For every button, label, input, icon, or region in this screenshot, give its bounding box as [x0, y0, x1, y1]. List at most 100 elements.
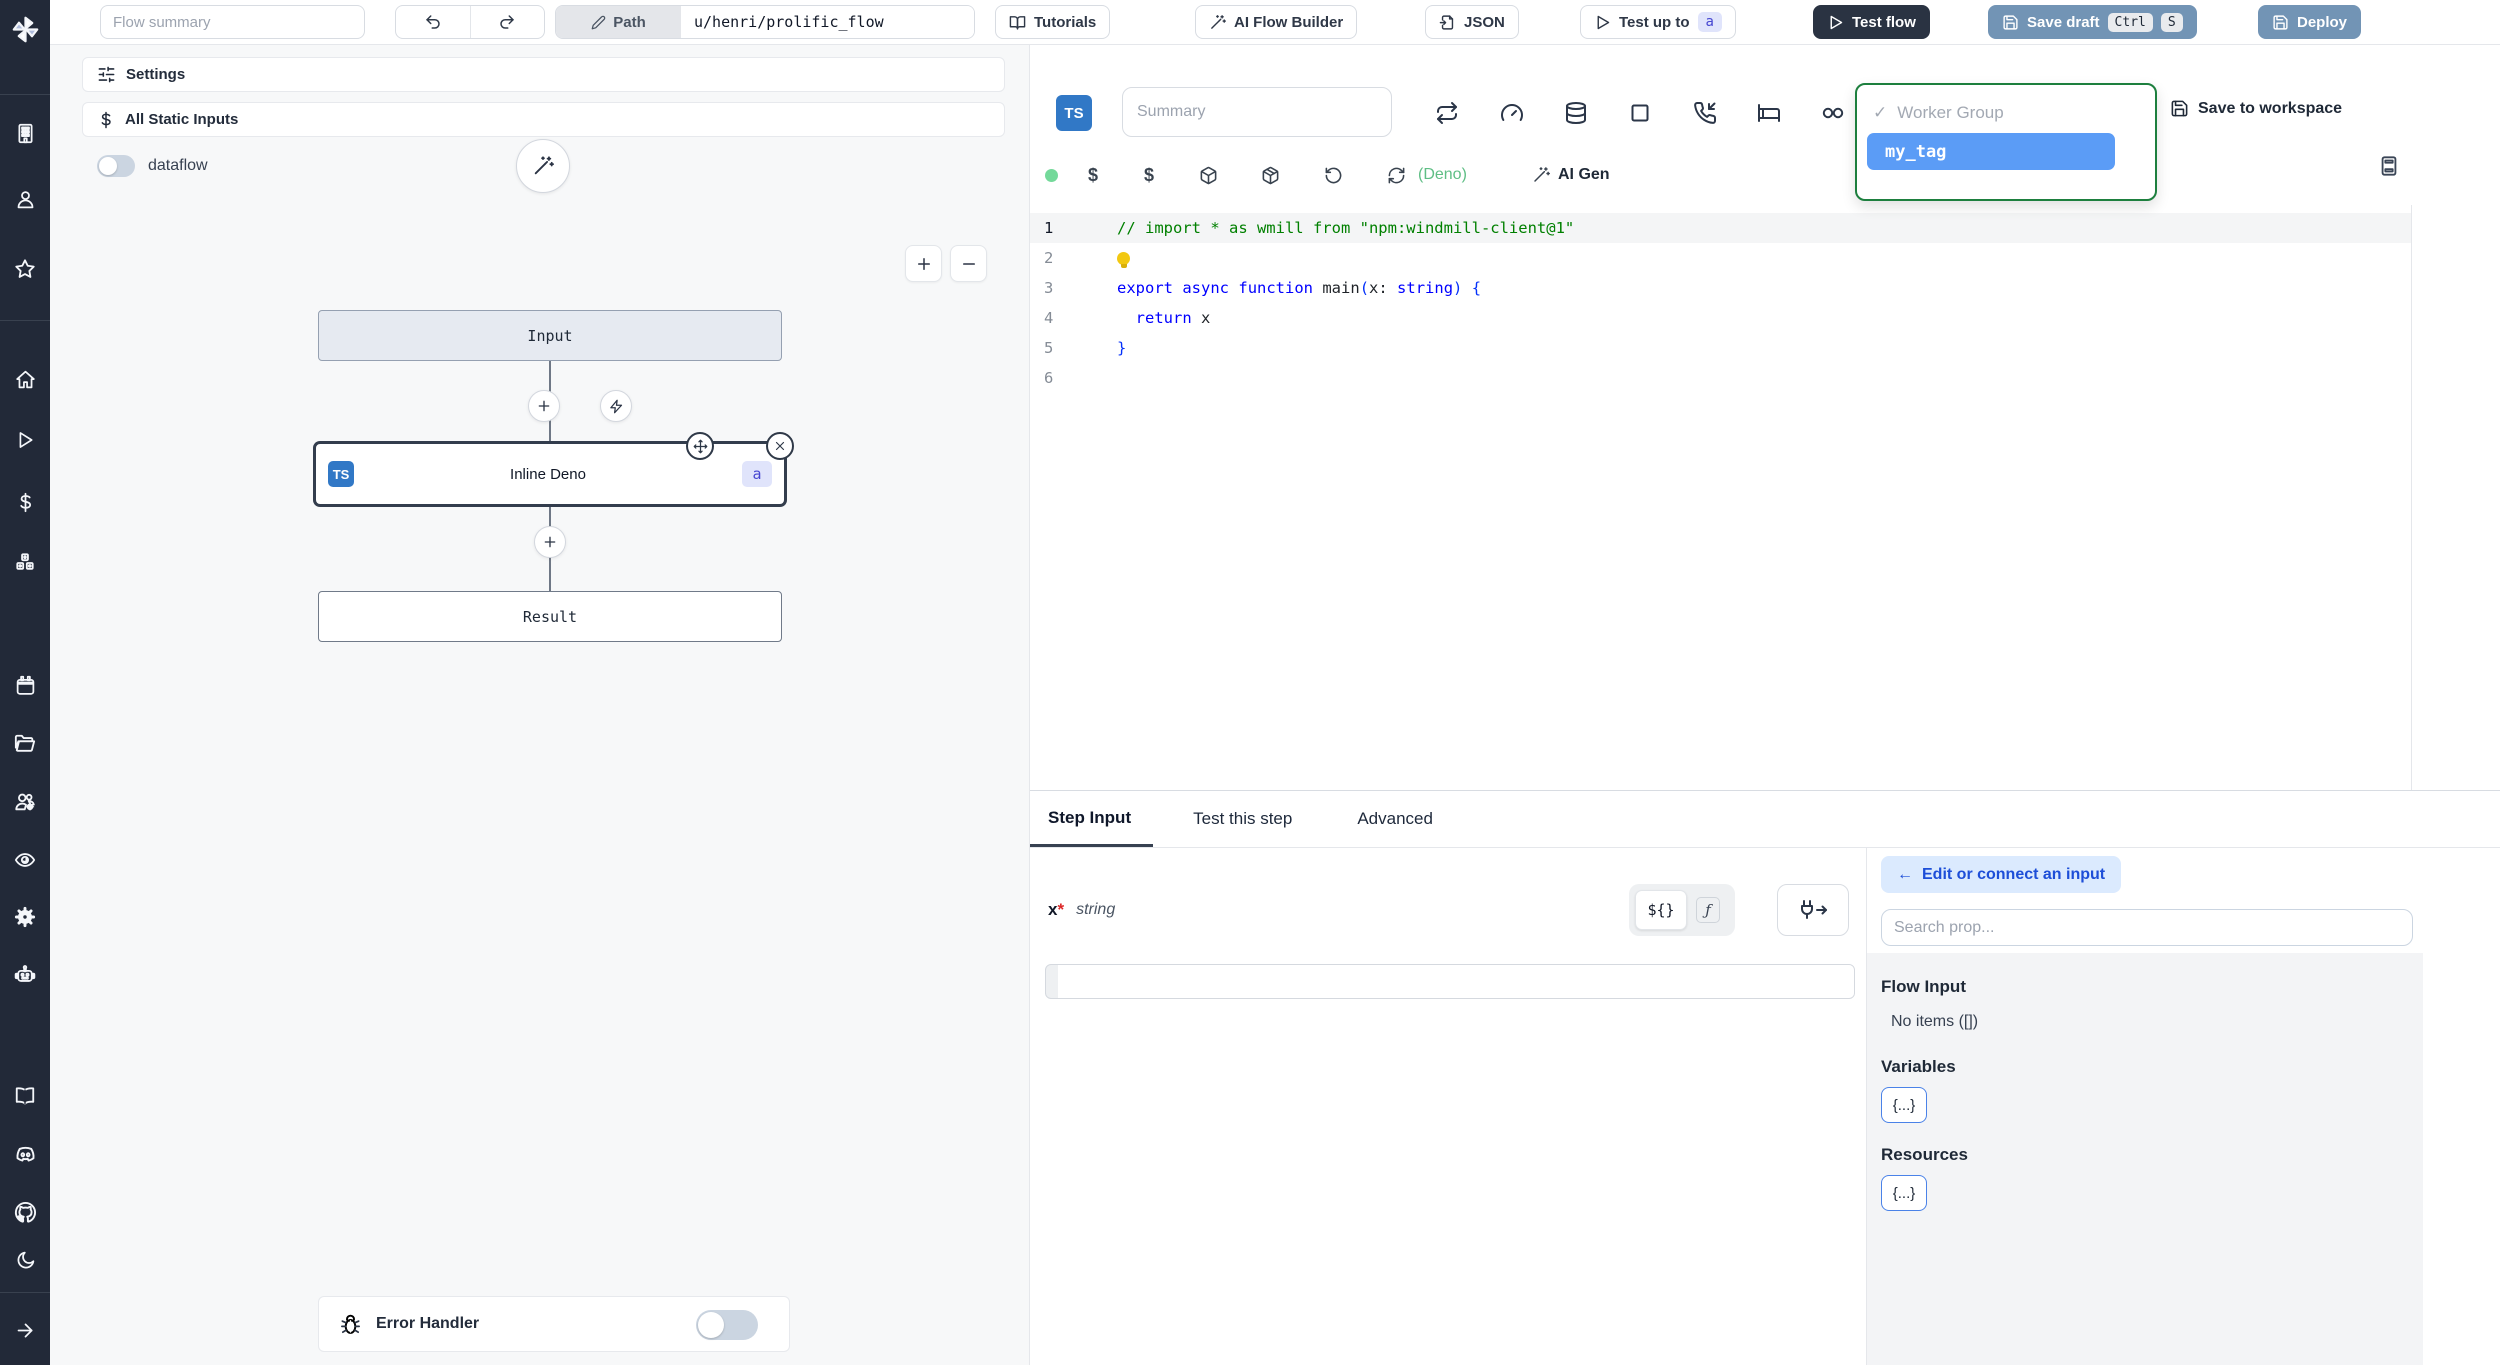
sleep-bed-icon[interactable]	[1757, 101, 1781, 125]
user-icon[interactable]	[0, 182, 50, 216]
insert-step-button[interactable]	[528, 390, 560, 422]
result-node[interactable]: Result	[318, 591, 782, 642]
ai-gen-label[interactable]: AI Gen	[1558, 166, 1610, 184]
arrow-right-icon[interactable]	[0, 1313, 50, 1347]
windmill-logo-icon[interactable]	[0, 12, 50, 46]
file-export-icon	[1439, 14, 1454, 30]
package-icon[interactable]	[1199, 166, 1218, 185]
tutorials-label: Tutorials	[1034, 13, 1097, 31]
search-prop-input[interactable]	[1881, 909, 2413, 946]
variables-object-badge[interactable]: {...}	[1881, 1087, 1927, 1123]
all-static-inputs-button[interactable]: All Static Inputs	[82, 102, 1005, 137]
json-button[interactable]: JSON	[1425, 5, 1519, 39]
error-handler-card[interactable]: Error Handler	[318, 1296, 790, 1352]
kbd-ctrl: Ctrl	[2107, 12, 2153, 32]
input-mode-toggle: ${} ƒ	[1629, 884, 1735, 936]
zoom-out-button[interactable]	[950, 245, 987, 282]
variable-dollar-icon[interactable]: $	[1088, 165, 1098, 186]
worker-group-option[interactable]: ✓ Worker Group	[1857, 97, 2155, 129]
star-icon[interactable]	[0, 252, 50, 286]
building-icon[interactable]	[0, 116, 50, 150]
error-handler-toggle[interactable]	[696, 1310, 758, 1340]
reset-icon[interactable]	[1324, 166, 1343, 185]
code-editor[interactable]: 1// import * as wmill from "npm:windmill…	[1030, 205, 2412, 790]
package-icon[interactable]	[1261, 166, 1280, 185]
delete-step-button[interactable]	[766, 432, 794, 460]
flow-summary-input[interactable]	[100, 5, 365, 39]
users-cog-icon[interactable]	[0, 785, 50, 819]
ai-wand-button[interactable]	[516, 139, 570, 193]
step-node-inline-deno[interactable]: TS Inline Deno a	[315, 443, 785, 505]
tab-test-this-step[interactable]: Test this step	[1173, 791, 1312, 847]
path-edit-button[interactable]: Path	[556, 6, 681, 38]
play-icon[interactable]	[0, 423, 50, 457]
settings-button[interactable]: Settings	[82, 57, 1005, 92]
fn-mode-button[interactable]: ƒ	[1696, 897, 1720, 923]
eye-icon[interactable]	[0, 843, 50, 877]
expr-mode-button[interactable]: ${}	[1635, 890, 1687, 930]
zoom-in-button[interactable]	[905, 245, 942, 282]
flow-input-empty: No items ([])	[1891, 1013, 1979, 1030]
suspend-phone-icon[interactable]	[1693, 101, 1717, 125]
trigger-button[interactable]	[600, 390, 632, 422]
input-node[interactable]: Input	[318, 310, 782, 361]
flow-input-title: Flow Input	[1881, 977, 1966, 996]
status-dot-icon	[1045, 168, 1058, 182]
folder-open-icon[interactable]	[0, 727, 50, 761]
move-step-button[interactable]	[686, 432, 714, 460]
sidebar	[0, 0, 50, 1365]
code-lines: 1// import * as wmill from "npm:windmill…	[1030, 213, 2411, 393]
variables-title: Variables	[1881, 1057, 1956, 1076]
undo-button[interactable]	[396, 6, 471, 38]
robot-icon[interactable]	[0, 958, 50, 992]
topbar: Path u/henri/prolific_flow Tutorials AI …	[50, 0, 2500, 45]
save-draft-button[interactable]: Save draft Ctrl S	[1988, 5, 2197, 39]
save-icon	[2003, 14, 2018, 30]
insert-step-button[interactable]	[534, 526, 566, 558]
play-icon	[1597, 15, 1610, 29]
worker-tag-option-selected[interactable]: my_tag	[1867, 133, 2115, 170]
dollar-icon[interactable]	[0, 485, 50, 519]
boxes-icon[interactable]	[0, 546, 50, 580]
typescript-badge: TS	[1056, 95, 1092, 131]
redo-button[interactable]	[471, 6, 545, 38]
ai-flow-builder-button[interactable]: AI Flow Builder	[1195, 5, 1358, 39]
book-open-icon	[1009, 15, 1026, 30]
field-label-row: x * string	[1048, 884, 1115, 936]
moon-icon[interactable]	[0, 1243, 50, 1277]
retry-icon[interactable]	[1435, 101, 1459, 125]
resources-object-badge[interactable]: {...}	[1881, 1175, 1927, 1211]
test-up-to-button[interactable]: Test up to a	[1580, 5, 1736, 39]
connect-input-button[interactable]	[1777, 884, 1849, 936]
tab-advanced[interactable]: Advanced	[1337, 791, 1453, 847]
book-icon[interactable]	[0, 1079, 50, 1113]
deploy-button[interactable]: Deploy	[2258, 5, 2362, 39]
tutorials-button[interactable]: Tutorials	[995, 5, 1111, 39]
input-node-label: Input	[527, 326, 573, 345]
step-input-form: x * string ${} ƒ	[1030, 848, 1866, 1365]
early-stop-icon[interactable]	[1628, 101, 1652, 125]
settings-gear-icon[interactable]	[0, 900, 50, 934]
refresh-icon[interactable]	[1387, 166, 1406, 185]
dataflow-label: dataflow	[148, 157, 208, 174]
home-icon[interactable]	[0, 362, 50, 396]
tab-step-input[interactable]: Step Input	[1030, 791, 1154, 847]
gauge-icon[interactable]	[1500, 101, 1524, 125]
path-value[interactable]: u/henri/prolific_flow	[681, 6, 974, 38]
prop-list: Flow Input No items ([]) Variables {...}…	[1867, 953, 2423, 1365]
cache-database-icon[interactable]	[1564, 101, 1588, 125]
github-icon[interactable]	[0, 1195, 50, 1229]
save-to-workspace-button[interactable]: Save to workspace	[2170, 99, 2342, 118]
discord-icon[interactable]	[0, 1137, 50, 1171]
ai-gen-wand-icon[interactable]	[1532, 166, 1550, 184]
mock-icon[interactable]	[1821, 101, 1845, 125]
summary-input[interactable]	[1122, 87, 1392, 137]
lightning-icon	[609, 399, 622, 413]
plus-icon	[917, 257, 930, 270]
resource-dollar-icon[interactable]: $	[1144, 165, 1154, 186]
calendar-icon[interactable]	[0, 668, 50, 702]
field-x-input[interactable]	[1058, 965, 1854, 998]
edit-or-connect-button[interactable]: ← Edit or connect an input	[1881, 856, 2122, 893]
dataflow-toggle[interactable]	[97, 155, 135, 177]
test-flow-button[interactable]: Test flow	[1813, 5, 1930, 39]
